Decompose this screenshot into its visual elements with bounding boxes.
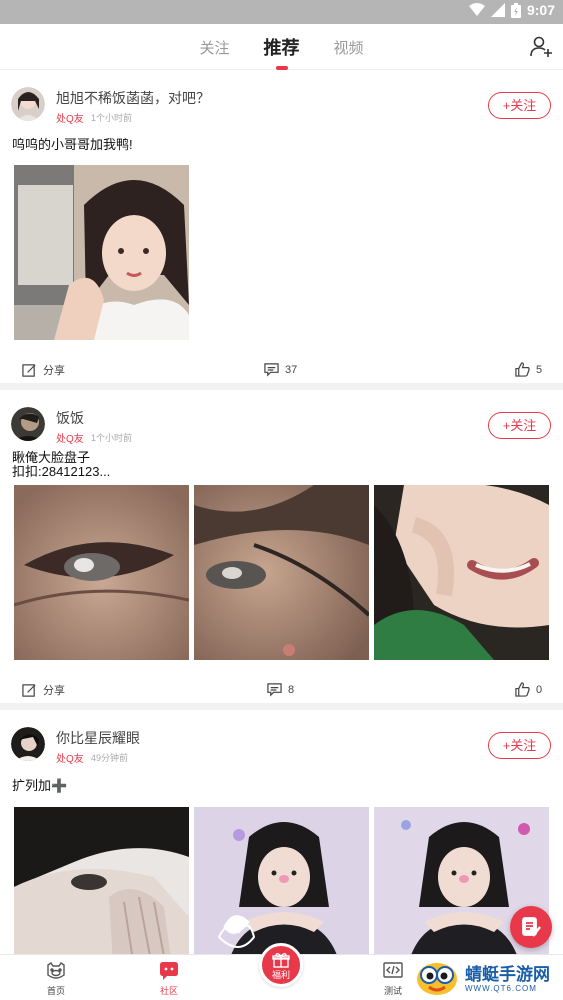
comment-button[interactable]: 8 xyxy=(267,682,294,697)
post-text-line: 呜呜的小哥哥加我鸭! xyxy=(12,137,133,152)
avatar[interactable] xyxy=(11,727,45,761)
compose-post-button[interactable] xyxy=(510,906,552,948)
edit-share-icon xyxy=(22,683,36,697)
post-time: 49分钟前 xyxy=(91,753,129,763)
edit-share-icon xyxy=(22,363,36,377)
post-images xyxy=(0,165,563,340)
thumbs-up-icon xyxy=(515,362,530,377)
post-username[interactable]: 你比星辰耀眼 xyxy=(56,728,140,748)
post-tag: 处Q友 xyxy=(56,434,84,445)
comment-button[interactable]: 37 xyxy=(264,362,297,377)
status-icons: 9:07 xyxy=(468,2,555,18)
tab-test[interactable]: 测试 xyxy=(363,961,423,997)
comment-count: 37 xyxy=(285,363,298,376)
tab-follow[interactable]: 关注 xyxy=(195,37,233,58)
post-content: 呜呜的小哥哥加我鸭! xyxy=(0,138,563,152)
post-actions: 分享 37 5 xyxy=(0,348,563,392)
tab-community-label: 社区 xyxy=(159,986,178,996)
post-content: 瞅俺大脸盘子 扣扣:28412123... xyxy=(0,451,563,479)
like-count: 0 xyxy=(536,683,543,696)
share-button[interactable]: 分享 xyxy=(22,682,65,698)
tab-recommend[interactable]: 推荐 xyxy=(260,34,304,70)
status-time: 9:07 xyxy=(526,2,555,18)
gift-icon xyxy=(272,953,290,968)
post-photo[interactable] xyxy=(14,807,189,954)
post-username[interactable]: 饭饭 xyxy=(56,408,84,428)
follow-button[interactable]: +关注 xyxy=(488,412,551,439)
watermark: 蜻蜓手游网 WWW.QT6.COM xyxy=(415,960,560,998)
comment-icon xyxy=(267,683,282,697)
post-tag: 处Q友 xyxy=(56,114,84,125)
post-text-line: 瞅俺大脸盘子 xyxy=(12,450,91,465)
post-username[interactable]: 旭旭不稀饭菡菡，对吧？ xyxy=(56,88,210,108)
thumbs-up-icon xyxy=(515,682,530,697)
post-photo[interactable] xyxy=(374,485,549,660)
post-text-line: 扣扣:28412123... xyxy=(12,464,111,479)
signal-icon xyxy=(490,3,505,17)
post-card: 旭旭不稀饭菡菡，对吧？ 处Q友 1个小时前 +关注 呜呜的小哥哥加我鸭! 分享 … xyxy=(0,70,563,383)
post-images xyxy=(0,807,563,954)
code-icon xyxy=(383,962,403,978)
follow-button[interactable]: +关注 xyxy=(488,732,551,759)
share-label: 分享 xyxy=(43,685,65,697)
wifi-icon xyxy=(468,3,485,16)
add-friend-icon[interactable] xyxy=(529,34,553,58)
post-actions: 分享 8 0 xyxy=(0,668,563,712)
like-button[interactable]: 5 xyxy=(515,362,542,377)
follow-button[interactable]: +关注 xyxy=(488,92,551,119)
post-time: 1个小时前 xyxy=(91,433,133,443)
tab-video[interactable]: 视频 xyxy=(330,37,368,58)
post-photo[interactable] xyxy=(14,165,189,340)
post-header: 饭饭 处Q友 1个小时前 +关注 xyxy=(0,390,563,445)
like-button[interactable]: 0 xyxy=(515,682,542,697)
top-nav: 关注 推荐 视频 xyxy=(0,24,563,70)
feed: 旭旭不稀饭菡菡，对吧？ 处Q友 1个小时前 +关注 呜呜的小哥哥加我鸭! 分享 … xyxy=(0,70,563,954)
pig-icon xyxy=(47,962,65,979)
avatar[interactable] xyxy=(11,87,45,121)
comment-count: 8 xyxy=(288,683,295,696)
post-time: 1个小时前 xyxy=(91,113,133,123)
post-images xyxy=(0,485,563,660)
comment-icon xyxy=(264,363,279,377)
post-photo[interactable] xyxy=(14,485,189,660)
chat-bubble-icon xyxy=(160,962,178,980)
post-tag: 处Q友 xyxy=(56,754,84,765)
feed-tabs: 关注 推荐 视频 xyxy=(0,24,563,70)
tab-test-label: 测试 xyxy=(383,986,402,996)
tab-welfare-label: 福利 xyxy=(271,970,290,980)
post-header: 旭旭不稀饭菡菡，对吧？ 处Q友 1个小时前 +关注 xyxy=(0,70,563,125)
post-photo[interactable] xyxy=(194,807,369,954)
compose-icon xyxy=(522,917,541,937)
post-card: 你比星辰耀眼 处Q友 49分钟前 +关注 扩列加➕ xyxy=(0,710,563,954)
post-photo[interactable] xyxy=(194,485,369,660)
tab-community[interactable]: 社区 xyxy=(139,961,199,997)
tab-welfare[interactable]: 福利 xyxy=(259,943,303,987)
share-button[interactable]: 分享 xyxy=(22,362,65,378)
watermark-url: WWW.QT6.COM xyxy=(465,983,537,993)
post-content: 扩列加➕ xyxy=(0,779,563,793)
dragonfly-logo-icon xyxy=(417,963,457,995)
watermark-name: 蜻蜓手游网 xyxy=(465,964,550,984)
tab-home[interactable]: 首页 xyxy=(26,961,86,997)
post-header: 你比星辰耀眼 处Q友 49分钟前 +关注 xyxy=(0,710,563,765)
battery-icon xyxy=(510,2,521,18)
post-card: 饭饭 处Q友 1个小时前 +关注 瞅俺大脸盘子 扣扣:28412123... 分… xyxy=(0,390,563,703)
status-bar: 9:07 xyxy=(0,0,563,24)
tab-home-label: 首页 xyxy=(46,986,65,996)
avatar[interactable] xyxy=(11,407,45,441)
share-label: 分享 xyxy=(43,365,65,377)
post-text-line: 扩列加➕ xyxy=(12,778,68,793)
watermark-text: 蜻蜓手游网 WWW.QT6.COM xyxy=(465,964,550,993)
like-count: 5 xyxy=(536,363,543,376)
